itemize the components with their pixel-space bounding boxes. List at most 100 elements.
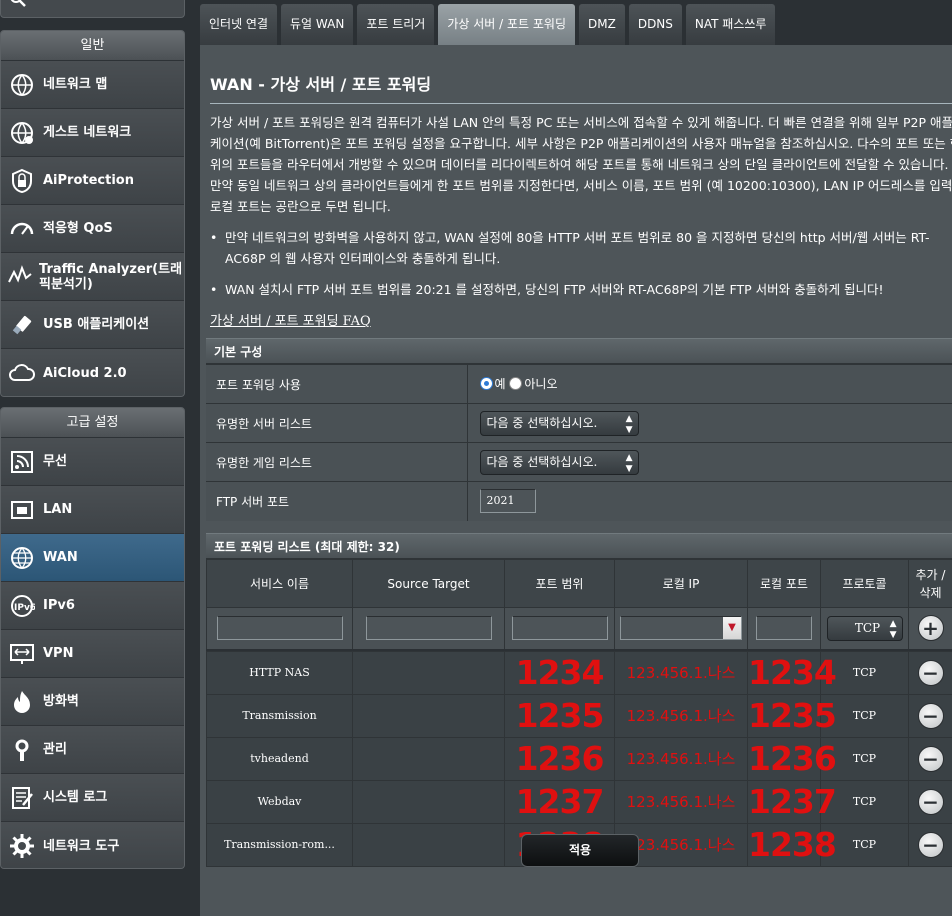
service-name-cell: Transmission — [206, 693, 353, 738]
radio-empty-icon — [509, 377, 523, 390]
faq-link[interactable]: 가상 서버 / 포트 포워딩 FAQ — [210, 310, 371, 329]
port-forward-list-header: 포트 포워딩 리스트 (최대 제한: 32) — [206, 533, 952, 559]
title-divider — [210, 103, 952, 104]
port-range-cell: 1236 — [504, 736, 615, 781]
local-port-cell: 1234 — [747, 650, 837, 695]
sidebar-item-traffic-analyzer[interactable]: Traffic Analyzer(트래픽분석기) — [1, 253, 184, 301]
sidebar-item-label: 무선 — [43, 454, 67, 469]
list-header-row: 서비스 이름 Source Target 포트 범위 로컬 IP 로컬 포트 프로토콜 추가… — [206, 559, 952, 608]
lock-shield-icon — [7, 166, 37, 196]
server-list-label: 유명한 서버 리스트 — [206, 403, 468, 443]
apply-button[interactable]: 적용 — [521, 834, 639, 867]
tab-6[interactable]: NAT 패스쓰루 — [685, 4, 776, 45]
local-port-value: 1238 — [748, 825, 837, 864]
table-row: tvheadend 1236 123.456.1.나스 1236 TCP − — [206, 736, 952, 781]
tab-0[interactable]: 인터넷 연결 — [200, 4, 278, 45]
search-stub[interactable] — [0, 0, 185, 18]
service-name-cell: Webdav — [206, 779, 353, 824]
tab-3[interactable]: 가상 서버 / 포트 포워딩 — [438, 4, 575, 45]
sidebar-item-admin-gear[interactable]: 관리 — [1, 726, 184, 774]
sidebar-item-network-tools[interactable]: 네트워크 도구 — [1, 822, 184, 868]
minus-icon: − — [922, 789, 939, 814]
game-list-select[interactable]: 다음 중 선택하십시오. ▲ ▼ — [479, 449, 639, 475]
server-list-select[interactable]: 다음 중 선택하십시오. ▲ ▼ — [479, 410, 639, 436]
local-ip-value: 123.456.1.나스 — [626, 707, 736, 725]
column-header: Source Target — [352, 559, 505, 608]
usb-icon — [7, 310, 37, 340]
service-name-cell: Transmission-rom... — [206, 822, 353, 867]
service-name-input[interactable] — [216, 616, 343, 641]
description-line: 위의 포트들을 라우터에서 개방할 수 있으며 데이터를 리다이렉트하여 해당 … — [210, 157, 949, 172]
add-rule-button[interactable]: + — [917, 615, 944, 642]
admin-gear-icon — [7, 735, 37, 765]
notes-list: 만약 네트워크의 방화벽을 사용하지 않고, WAN 설정에 80을 HTTP … — [210, 227, 952, 300]
sidebar-item-label: 방화벽 — [43, 694, 79, 709]
local-port-cell: 1236 — [747, 736, 837, 781]
radio-selected-icon — [479, 377, 493, 390]
sidebar-item-ipv6[interactable]: IPv6 IPv6 — [1, 582, 184, 630]
description-line: 로컬 포트는 공란으로 두면 됩니다. — [210, 199, 391, 214]
sidebar-item-label: USB 애플리케이션 — [43, 317, 150, 332]
sidebar-item-usb[interactable]: USB 애플리케이션 — [1, 301, 184, 349]
yes-label: 예 — [494, 377, 506, 391]
sidebar-item-label: 게스트 네트워크 — [43, 125, 132, 140]
table-row: Transmission 1235 123.456.1.나스 1235 TCP − — [206, 693, 952, 738]
new-rule-row: ▼ TCP ▲ ▼ + — [206, 607, 952, 650]
updown-arrow-icon: ▲ ▼ — [889, 618, 897, 640]
local-port-input[interactable] — [756, 616, 812, 641]
tab-2[interactable]: 포트 트리거 — [357, 4, 435, 45]
local-ip-cell: 123.456.1.나스 — [614, 693, 748, 738]
enable-yes-radio[interactable]: 예 — [479, 375, 506, 392]
sidebar-item-label: 네트워크 맵 — [43, 77, 108, 92]
port-range-input[interactable] — [511, 616, 608, 641]
local-ip-combobox[interactable]: ▼ — [620, 616, 742, 641]
main-panel: 인터넷 연결 듀얼 WAN 포트 트리거 가상 서버 / 포트 포워딩 DMZ DDNS N… — [200, 0, 952, 916]
service-name-cell: tvheadend — [206, 736, 353, 781]
sidebar-item-globe[interactable]: WAN — [1, 534, 184, 582]
sidebar-item-firewall[interactable]: 방화벽 — [1, 678, 184, 726]
source-target-cell — [352, 693, 505, 738]
no-label: 아니오 — [524, 377, 558, 391]
local-ip-value: 123.456.1.나스 — [626, 664, 736, 682]
sidebar-item-guest-network[interactable]: 게스트 네트워크 — [1, 109, 184, 157]
sidebar-item-lock-shield[interactable]: AiProtection — [1, 157, 184, 205]
delete-rule-button[interactable]: − — [917, 788, 944, 815]
network-map-icon — [7, 70, 37, 100]
server-list-value: 다음 중 선택하십시오. — [486, 415, 598, 430]
sidebar-item-system-log[interactable]: 시스템 로그 — [1, 774, 184, 822]
minus-icon: − — [922, 832, 939, 857]
delete-rule-button[interactable]: − — [917, 659, 944, 686]
sidebar-item-wireless[interactable]: 무선 — [1, 438, 184, 486]
port-range-value: 1234 — [515, 653, 605, 692]
tab-1[interactable]: 듀얼 WAN — [281, 4, 354, 45]
sidebar-item-label: 관리 — [43, 742, 67, 757]
basic-config-section: 기본 구성 포트 포워딩 사용 예 아니오 유명한 서버 리스트 다음 중 선택… — [206, 338, 952, 521]
local-ip-value: 123.456.1.나스 — [626, 793, 736, 811]
sidebar: 일반 네트워크 맵 게스트 네트워크 AiProtection 적응형 QoS Traf… — [0, 0, 186, 916]
network-tools-icon — [7, 831, 37, 861]
sidebar-item-label: 네트워크 도구 — [43, 838, 120, 854]
port-range-cell: 1237 — [504, 779, 615, 824]
sidebar-item-network-map[interactable]: 네트워크 맵 — [1, 61, 184, 109]
protocol-select[interactable]: TCP ▲ ▼ — [826, 615, 903, 641]
tab-4[interactable]: DMZ — [579, 4, 625, 45]
sidebar-item-cloud[interactable]: AiCloud 2.0 — [1, 349, 184, 396]
speedometer-icon — [7, 214, 37, 244]
enable-no-radio[interactable]: 아니오 — [509, 375, 558, 392]
sidebar-item-label: AiCloud 2.0 — [43, 365, 127, 381]
delete-rule-button[interactable]: − — [917, 831, 944, 858]
sidebar-item-vpn[interactable]: VPN — [1, 630, 184, 678]
delete-rule-button[interactable]: − — [917, 745, 944, 772]
sidebar-item-lan[interactable]: LAN — [1, 486, 184, 534]
port-range-value: 1235 — [515, 696, 605, 735]
tab-5[interactable]: DDNS — [628, 4, 682, 45]
table-row: Webdav 1237 123.456.1.나스 1237 TCP − — [206, 779, 952, 824]
description-line: 케이션(예 BitTorrent)은 포트 포워딩 설정을 요구합니다. 세부 … — [210, 136, 952, 151]
source-target-input[interactable] — [365, 616, 492, 641]
sidebar-item-speedometer[interactable]: 적응형 QoS — [1, 205, 184, 253]
plus-icon: + — [922, 616, 939, 641]
delete-rule-button[interactable]: − — [917, 702, 944, 729]
dropdown-arrow-icon[interactable]: ▼ — [723, 617, 741, 640]
ftp-port-input[interactable]: 2021 — [479, 489, 536, 514]
firewall-icon — [7, 687, 37, 717]
